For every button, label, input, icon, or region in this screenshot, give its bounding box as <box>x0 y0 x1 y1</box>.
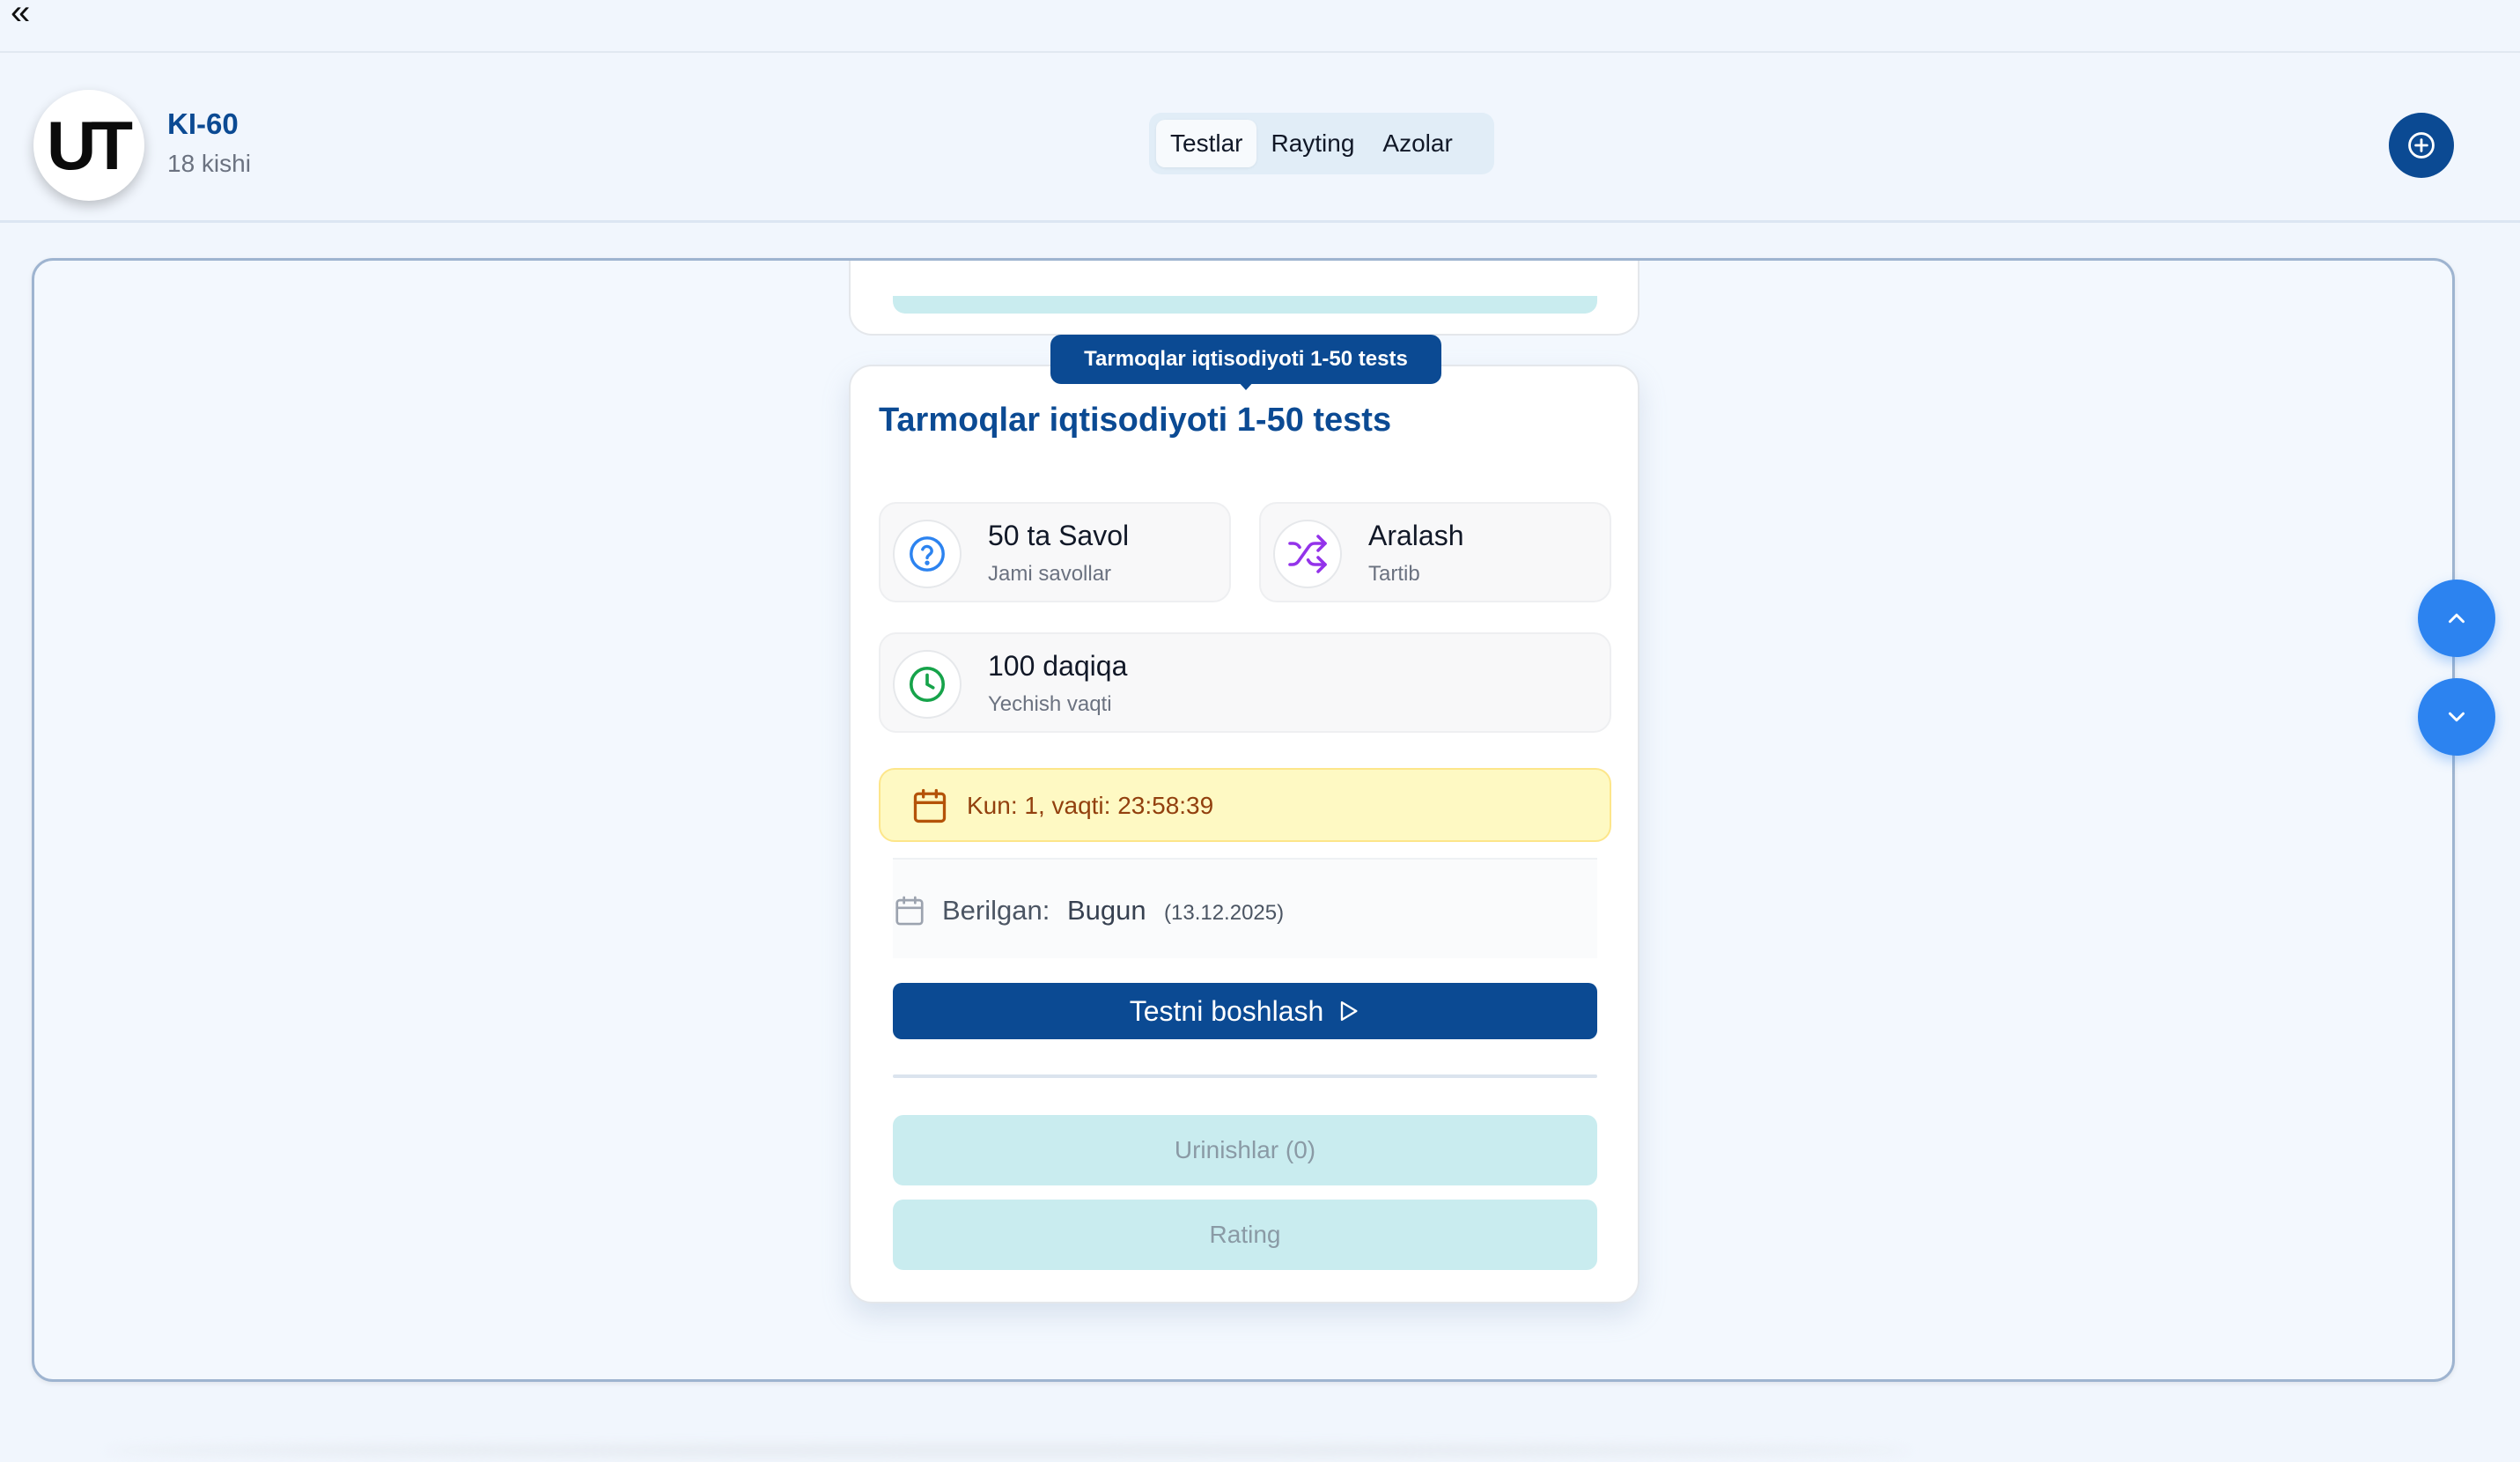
shuffle-icon <box>1273 520 1342 588</box>
rating-button[interactable]: Rating <box>893 1200 1597 1270</box>
deadline-banner: Kun: 1, vaqti: 23:58:39 <box>879 768 1611 842</box>
scroll-up-button[interactable] <box>2418 580 2495 657</box>
order-value: Aralash <box>1368 520 1464 551</box>
chevron-up-icon <box>2449 613 2465 624</box>
group-member-count: 18 kishi <box>167 150 251 177</box>
order-info: Aralash Tartib <box>1259 502 1611 602</box>
calendar-icon <box>893 893 926 933</box>
plus-circle-icon <box>2408 132 2435 159</box>
group-tabs: Testlar Rayting Azolar <box>1149 113 1494 174</box>
test-title[interactable]: Tarmoqlar iqtisodiyoti 1-50 tests <box>879 402 1391 439</box>
clock-icon <box>893 650 962 719</box>
questions-value: 50 ta Savol <box>988 520 1130 551</box>
deadline-text: Kun: 1, vaqti: 23:58:39 <box>967 792 1214 819</box>
add-button[interactable] <box>2389 113 2454 178</box>
bottom-shadow <box>106 1444 1911 1457</box>
start-test-button[interactable]: Testni boshlash <box>893 983 1597 1039</box>
given-date-row: Berilgan: Bugun (13.12.2025) <box>893 858 1597 958</box>
time-info: 100 daqiqa Yechish vaqti <box>879 632 1611 733</box>
tab-azolar[interactable]: Azolar <box>1368 120 1466 167</box>
top-strip: « <box>0 0 2520 53</box>
calendar-icon <box>910 786 949 831</box>
time-value: 100 daqiqa <box>988 650 1128 682</box>
group-avatar: UT <box>33 90 144 201</box>
group-header: UT KI-60 18 kishi Testlar Rayting Azolar <box>0 53 2520 223</box>
play-icon <box>1341 1001 1358 1022</box>
tab-testlar[interactable]: Testlar <box>1156 120 1257 167</box>
previous-card-button[interactable] <box>893 296 1597 314</box>
group-name: KI-60 <box>167 107 239 140</box>
start-test-label: Testni boshlash <box>1129 994 1324 1027</box>
questions-label: Jami savollar <box>988 562 1112 586</box>
previous-test-card <box>849 261 1639 336</box>
given-value: Bugun <box>1067 895 1146 926</box>
collapse-sidebar-icon[interactable]: « <box>11 0 30 30</box>
given-date: (13.12.2025) <box>1164 901 1285 925</box>
given-label: Berilgan: <box>942 895 1050 926</box>
tests-panel[interactable]: Tarmoqlar iqtisodiyoti 1-50 tests Tarmoq… <box>32 258 2455 1382</box>
test-card: Tarmoqlar iqtisodiyoti 1-50 tests 50 ta … <box>849 365 1639 1303</box>
scroll-down-button[interactable] <box>2418 678 2495 756</box>
test-title-tooltip: Tarmoqlar iqtisodiyoti 1-50 tests <box>1050 335 1441 384</box>
section-divider <box>893 1074 1597 1078</box>
chevron-down-icon <box>2449 712 2465 722</box>
questions-info: 50 ta Savol Jami savollar <box>879 502 1231 602</box>
question-circle-icon <box>893 520 962 588</box>
tooltip-arrow <box>1237 380 1255 390</box>
order-label: Tartib <box>1368 562 1420 586</box>
attempts-button[interactable]: Urinishlar (0) <box>893 1115 1597 1185</box>
logo-text: UT <box>47 106 133 184</box>
time-label: Yechish vaqti <box>988 692 1112 716</box>
tab-rayting[interactable]: Rayting <box>1256 120 1368 167</box>
